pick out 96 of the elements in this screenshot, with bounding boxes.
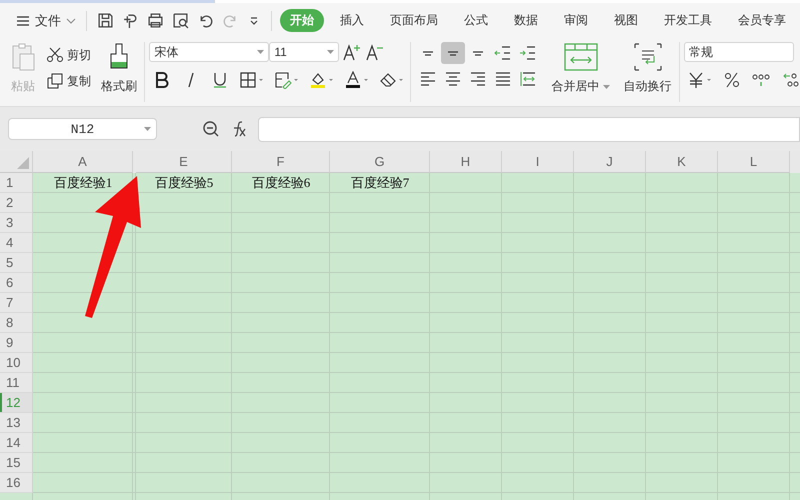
row-header[interactable]: 11 bbox=[0, 373, 33, 393]
cut-button[interactable]: 剪切 bbox=[46, 44, 91, 66]
column-header[interactable]: F bbox=[232, 151, 330, 173]
merge-cells-icon bbox=[562, 42, 599, 72]
format-icon[interactable] bbox=[122, 12, 139, 29]
font-name-field[interactable]: 宋体 bbox=[149, 42, 270, 62]
menu-label: 文件 bbox=[35, 12, 61, 30]
ribbon-tab[interactable]: 会员专享 bbox=[728, 9, 796, 32]
copy-label: 复制 bbox=[67, 72, 91, 90]
table-cell[interactable]: 百度经验1 bbox=[54, 173, 112, 193]
copy-icon bbox=[46, 73, 64, 89]
file-menu[interactable]: 文件 bbox=[12, 10, 80, 32]
caret-icon bbox=[327, 50, 334, 54]
column-header[interactable]: I bbox=[502, 151, 574, 173]
fill-color-icon[interactable] bbox=[309, 71, 336, 89]
row-header[interactable]: 14 bbox=[0, 433, 33, 453]
column-header[interactable]: A bbox=[33, 151, 133, 173]
align-middle-icon bbox=[446, 50, 459, 56]
row-header[interactable]: 7 bbox=[0, 293, 33, 313]
cell-reference: N12 bbox=[70, 122, 94, 136]
caret-icon bbox=[144, 127, 151, 131]
row-header[interactable]: 3 bbox=[0, 213, 33, 233]
ribbon-tab[interactable]: 开发工具 bbox=[654, 9, 722, 32]
row-header[interactable]: 10 bbox=[0, 353, 33, 373]
align-justify-icon bbox=[494, 70, 512, 88]
copy-button[interactable]: 复制 bbox=[46, 70, 91, 92]
cell-style-icon[interactable] bbox=[274, 71, 300, 89]
align-indent-icon bbox=[518, 44, 537, 62]
number-format-field[interactable]: 常规 bbox=[684, 42, 794, 62]
formula-field[interactable] bbox=[258, 116, 800, 142]
chevron-icon bbox=[66, 18, 76, 24]
merge-label: 合并居中 bbox=[552, 78, 600, 95]
print-preview-icon[interactable] bbox=[172, 12, 189, 29]
caret-icon[interactable] bbox=[249, 16, 259, 26]
align-center-icon bbox=[444, 70, 462, 88]
align-right-icon bbox=[468, 70, 487, 88]
column-header[interactable]: H bbox=[430, 151, 502, 173]
caret-icon bbox=[602, 84, 610, 88]
align-left-icon bbox=[418, 70, 437, 88]
align-bottom-icon bbox=[472, 50, 484, 56]
ribbon-tab[interactable]: 审阅 bbox=[554, 9, 598, 32]
font-size-field[interactable]: 11 bbox=[269, 42, 340, 62]
wrap-text-button[interactable]: 自动换行 bbox=[622, 40, 674, 97]
column-header[interactable]: K bbox=[646, 151, 718, 173]
row-header[interactable]: 2 bbox=[0, 193, 33, 213]
row-header[interactable]: 9 bbox=[0, 333, 33, 353]
row-header[interactable]: 4 bbox=[0, 233, 33, 253]
clipboard-icon bbox=[10, 42, 36, 72]
row-header[interactable]: 6 bbox=[0, 273, 33, 293]
cut-label: 剪切 bbox=[67, 46, 91, 64]
print-icon[interactable] bbox=[147, 12, 164, 29]
ribbon-tab[interactable]: 公式 bbox=[454, 9, 498, 32]
scissors-icon bbox=[46, 47, 64, 63]
wrap-label: 自动换行 bbox=[624, 78, 672, 95]
column-header[interactable]: E bbox=[136, 151, 232, 173]
row-header[interactable]: 5 bbox=[0, 253, 33, 273]
font-size-value: 11 bbox=[274, 45, 287, 59]
row-header[interactable]: 12 bbox=[0, 393, 33, 413]
ribbon-tab[interactable]: 页面布局 bbox=[380, 9, 448, 32]
format-painter-label: 格式刷 bbox=[101, 78, 137, 95]
font-color-icon[interactable] bbox=[344, 71, 370, 89]
paste-label: 粘贴 bbox=[11, 78, 35, 95]
align-top-icon bbox=[422, 50, 434, 56]
row-header[interactable]: 13 bbox=[0, 413, 33, 433]
table-cell[interactable]: 百度经验7 bbox=[350, 173, 410, 193]
eraser-icon[interactable] bbox=[379, 71, 406, 89]
row-header[interactable]: 1 bbox=[0, 173, 33, 193]
decrease-font-icon[interactable] bbox=[365, 43, 386, 61]
ribbon-tab[interactable]: 视图 bbox=[604, 9, 648, 32]
increase-font-icon[interactable] bbox=[342, 43, 362, 61]
column-header[interactable]: L bbox=[718, 151, 790, 173]
caret-icon bbox=[257, 50, 264, 54]
merge-center-button[interactable]: 合并居中 bbox=[550, 40, 612, 97]
align-outdent-icon bbox=[494, 44, 512, 62]
save-icon[interactable] bbox=[97, 12, 114, 29]
row-header[interactable]: 16 bbox=[0, 473, 33, 493]
font-name-value: 宋体 bbox=[154, 44, 178, 60]
wrap-text-icon bbox=[632, 42, 663, 72]
format-painter-button[interactable]: 格式刷 bbox=[99, 40, 139, 97]
align-middle-button[interactable] bbox=[440, 42, 465, 64]
ribbon-tab[interactable]: 开始 bbox=[280, 9, 324, 32]
currency-icon[interactable] bbox=[686, 71, 713, 89]
name-box[interactable]: N12 bbox=[8, 118, 157, 140]
table-cell[interactable]: 百度经验5 bbox=[154, 173, 214, 193]
align-distribute-icon bbox=[518, 70, 537, 88]
borders-icon[interactable] bbox=[239, 71, 266, 89]
row-header[interactable]: 8 bbox=[0, 313, 33, 333]
ribbon-tab[interactable]: 插入 bbox=[330, 9, 374, 32]
zoom-icon[interactable] bbox=[202, 120, 220, 138]
corner-triangle-icon bbox=[17, 157, 29, 169]
table-cell[interactable]: 百度经验6 bbox=[252, 173, 310, 193]
row-header[interactable]: 15 bbox=[0, 453, 33, 473]
menu-icon bbox=[16, 14, 30, 26]
column-header[interactable]: J bbox=[574, 151, 646, 173]
column-header[interactable]: G bbox=[330, 151, 430, 173]
ribbon-tab[interactable]: 数据 bbox=[504, 9, 548, 32]
